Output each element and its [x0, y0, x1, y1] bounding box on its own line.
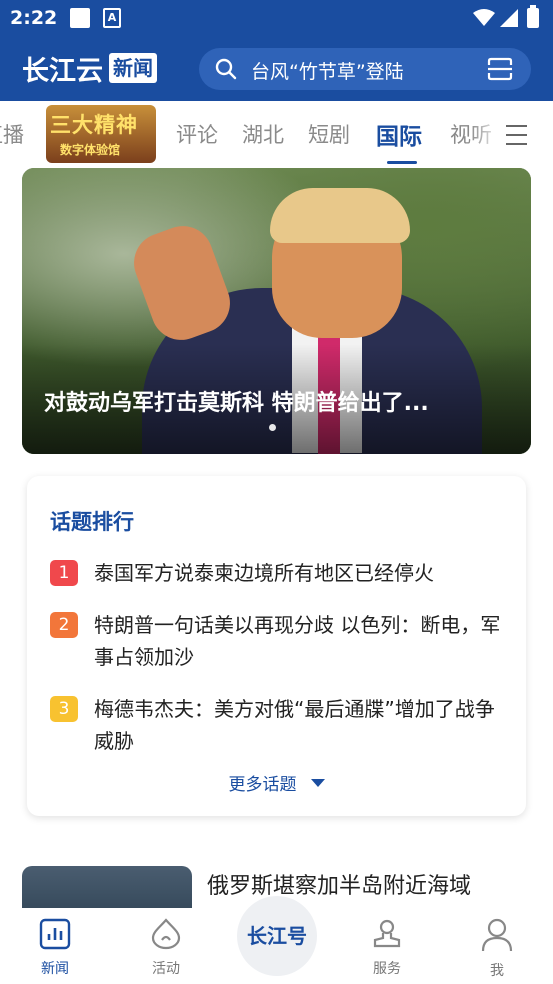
nav-service[interactable]: 服务: [347, 918, 427, 978]
signal-icon: [500, 9, 518, 27]
tab-hubei[interactable]: 湖北: [242, 119, 284, 149]
logo-text: 长江云: [22, 55, 103, 87]
search-placeholder: 台风“竹节草”登陆: [251, 61, 404, 83]
rank-number: 2: [50, 612, 78, 638]
badge-title: 三大精神: [50, 113, 138, 137]
wifi-icon: [473, 9, 495, 26]
more-topics-button[interactable]: 更多话题: [27, 770, 526, 795]
profile-icon: [481, 918, 513, 952]
caret-down-icon: [310, 779, 325, 787]
news-icon: [39, 918, 71, 950]
banner-photo-hair: [270, 188, 410, 243]
topic-ranking-card: 话题排行 1 泰国军方说泰柬边境所有地区已经停火 2 特朗普一句话美以再现分歧 …: [27, 476, 526, 816]
category-tabs: 直播 三大精神 数字体验馆 评论 湖北 短剧 国际 视听: [0, 101, 553, 169]
app-logo[interactable]: 长江云 新闻: [22, 51, 157, 87]
active-tab-indicator: [387, 161, 417, 164]
topic-text: 梅德韦杰夫：美方对俄“最后通牒”增加了战争威胁: [94, 697, 495, 753]
nav-me-label: 我: [490, 963, 504, 979]
nav-activity-label: 活动: [152, 961, 180, 977]
rank-number: 1: [50, 560, 78, 586]
accessibility-icon: A: [103, 8, 121, 28]
scan-icon[interactable]: [487, 57, 513, 81]
app-screen: 2:22 A 长江云 新闻 台风“竹节草”登陆 直播: [0, 0, 553, 984]
top-bar: 2:22 A 长江云 新闻 台风“竹节草”登陆: [0, 0, 553, 101]
headline-banner[interactable]: 对鼓动乌军打击莫斯科 特朗普给出了...: [22, 168, 531, 454]
battery-icon: [527, 5, 539, 28]
nav-activity[interactable]: 活动: [126, 918, 206, 978]
banner-caption: 对鼓动乌军打击莫斯科 特朗普给出了...: [44, 391, 429, 416]
status-time: 2:22: [10, 7, 58, 29]
topic-ranking-title: 话题排行: [50, 510, 134, 534]
carousel-dot: [269, 424, 276, 431]
logo-box: 新闻: [109, 53, 157, 83]
nav-me[interactable]: 我: [457, 918, 537, 980]
three-spirits-badge[interactable]: 三大精神 数字体验馆: [46, 105, 156, 163]
tab-live[interactable]: 直播: [0, 119, 24, 149]
more-topics-label: 更多话题: [228, 775, 297, 795]
badge-subtitle: 数字体验馆: [60, 143, 121, 157]
tab-comment[interactable]: 评论: [176, 119, 218, 149]
topic-text: 特朗普一句话美以再现分歧 以色列：断电，军事占领加沙: [94, 613, 501, 669]
notification-icon: [70, 8, 90, 28]
menu-icon[interactable]: [506, 125, 527, 152]
topic-text: 泰国军方说泰柬边境所有地区已经停火: [94, 561, 434, 585]
center-logo-text: 长江号: [247, 924, 307, 948]
tab-international[interactable]: 国际: [376, 117, 422, 151]
rank-number: 3: [50, 696, 78, 722]
activity-icon: [151, 918, 181, 950]
status-bar: 2:22 A: [0, 0, 553, 36]
bottom-nav: 新闻 活动 长江号 服务 我: [0, 896, 553, 984]
nav-news[interactable]: 新闻: [15, 918, 95, 978]
service-icon: [373, 919, 401, 948]
nav-service-label: 服务: [373, 961, 401, 977]
nav-news-label: 新闻: [41, 961, 69, 977]
search-bar[interactable]: 台风“竹节草”登陆: [199, 48, 531, 90]
center-logo-button[interactable]: 长江号: [237, 896, 317, 976]
tab-short-drama[interactable]: 短剧: [308, 119, 350, 149]
search-icon: [215, 58, 237, 80]
